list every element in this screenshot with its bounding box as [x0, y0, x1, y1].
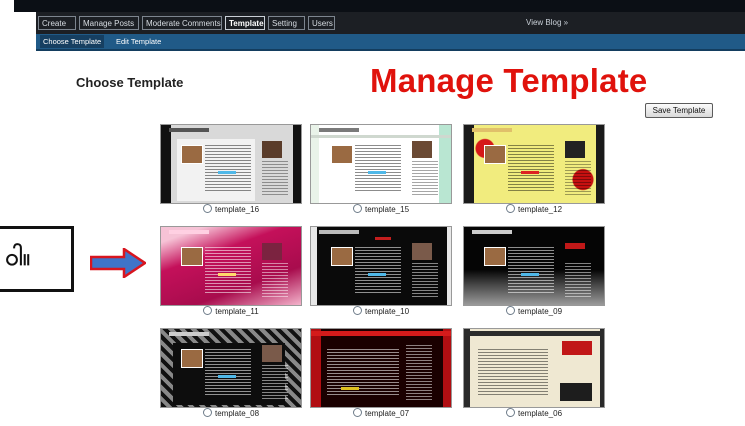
template-preview-image[interactable] [310, 226, 452, 306]
subnav-edit-template[interactable]: Edit Template [116, 35, 161, 48]
template-option: template_07 [310, 407, 452, 421]
template-tile: template_15 [310, 124, 452, 217]
template-preview-image[interactable] [160, 226, 302, 306]
template-tile: template_09 [463, 226, 605, 319]
template-name: template_16 [214, 205, 260, 214]
sub-nav: Choose Template Edit Template [36, 34, 745, 51]
overlay-title: Manage Template [370, 62, 648, 99]
callout-text: ဝါ။ [5, 244, 30, 271]
template-preview-image[interactable] [310, 124, 452, 204]
template-option: template_12 [463, 203, 605, 217]
save-template-button[interactable]: Save Template [645, 103, 713, 118]
subnav-choose-template[interactable]: Choose Template [40, 35, 105, 48]
top-strip [0, 0, 745, 12]
tab-manage-posts[interactable]: Manage Posts [79, 16, 139, 30]
template-preview-image[interactable] [463, 124, 605, 204]
template-radio[interactable] [202, 204, 212, 214]
template-name: template_08 [214, 409, 260, 418]
callout-box: ဝါ။ [0, 226, 74, 292]
template-option: template_09 [463, 305, 605, 319]
tab-template[interactable]: Template [225, 16, 265, 30]
template-option: template_10 [310, 305, 452, 319]
tab-users[interactable]: Users [308, 16, 335, 30]
template-option: template_16 [160, 203, 302, 217]
template-radio[interactable] [352, 204, 362, 214]
template-preview-image[interactable] [160, 124, 302, 204]
template-name: template_10 [364, 307, 410, 316]
tab-setting[interactable]: Setting [268, 16, 305, 30]
right-arrow-icon [90, 248, 146, 278]
template-radio[interactable] [203, 306, 213, 316]
template-preview-image[interactable] [160, 328, 302, 408]
template-tile: template_11 [160, 226, 302, 319]
tab-create[interactable]: Create [38, 16, 76, 30]
template-tile: template_07 [310, 328, 452, 421]
template-option: template_08 [160, 407, 302, 421]
template-tile: template_08 [160, 328, 302, 421]
template-option: template_11 [160, 305, 302, 319]
view-blog-link[interactable]: View Blog » [526, 16, 568, 30]
template-tile: template_12 [463, 124, 605, 217]
template-radio[interactable] [202, 408, 212, 418]
template-radio[interactable] [352, 306, 362, 316]
template-name: template_06 [517, 409, 563, 418]
template-radio[interactable] [505, 306, 515, 316]
template-tile: template_16 [160, 124, 302, 217]
tab-moderate-comments[interactable]: Moderate Comments [142, 16, 222, 30]
template-preview-image[interactable] [463, 328, 605, 408]
template-radio[interactable] [505, 204, 515, 214]
template-name: template_15 [364, 205, 410, 214]
template-radio[interactable] [352, 408, 362, 418]
template-name: template_11 [215, 307, 259, 316]
template-option: template_06 [463, 407, 605, 421]
template-preview-image[interactable] [310, 328, 452, 408]
template-name: template_12 [517, 205, 563, 214]
template-preview-image[interactable] [463, 226, 605, 306]
template-name: template_09 [517, 307, 563, 316]
template-tile: template_10 [310, 226, 452, 319]
main-nav: Create Manage Posts Moderate Comments Te… [36, 12, 745, 34]
template-name: template_07 [364, 409, 410, 418]
template-tile: template_06 [463, 328, 605, 421]
page-title: Choose Template [76, 75, 184, 90]
template-radio[interactable] [505, 408, 515, 418]
template-option: template_15 [310, 203, 452, 217]
top-strip-dark [14, 0, 745, 12]
